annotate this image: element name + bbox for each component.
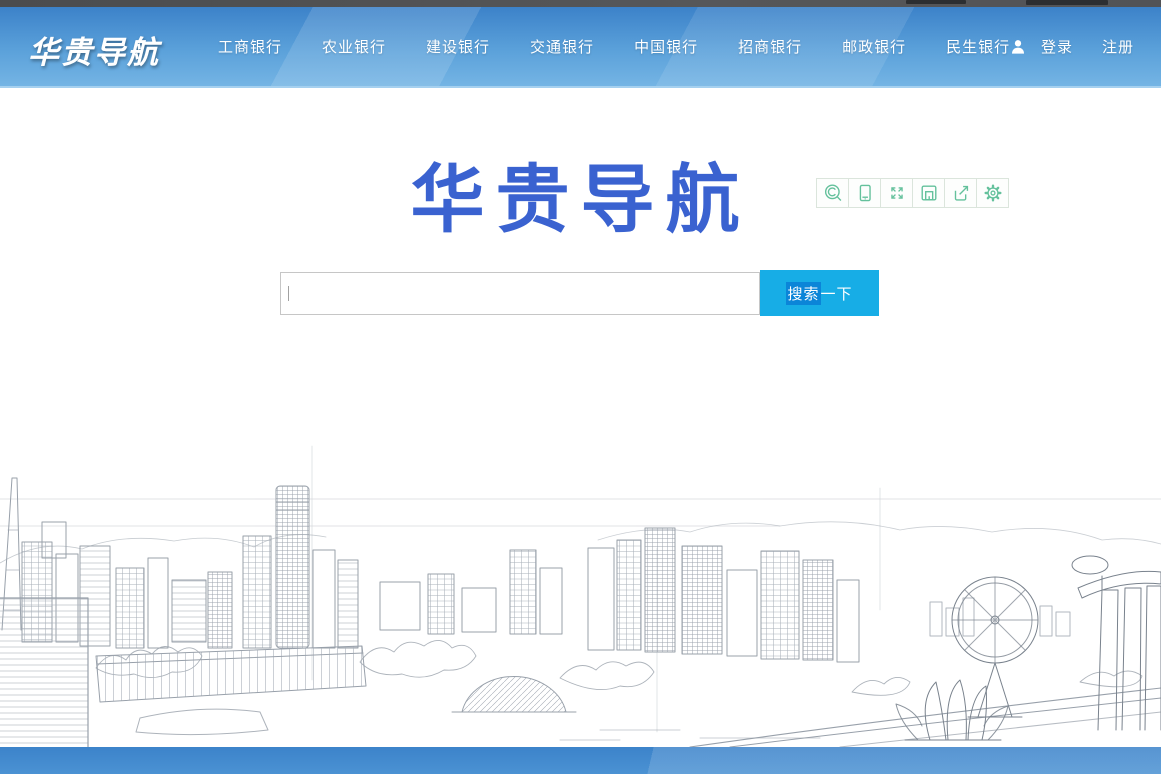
- nav-item-bocom[interactable]: 交通银行: [530, 36, 594, 57]
- login-link[interactable]: 登录: [1041, 36, 1073, 57]
- nav-item-abc[interactable]: 农业银行: [322, 36, 386, 57]
- cropped-browser-strip: [0, 0, 1161, 7]
- register-link[interactable]: 注册: [1102, 36, 1134, 57]
- nav-item-cmbc[interactable]: 民生银行: [946, 36, 1010, 57]
- search-button-label-rest: 一下: [821, 283, 853, 304]
- site-header: 华贵导航 工商银行 农业银行 建设银行 交通银行 中国银行 招商银行 邮政银行 …: [0, 7, 1161, 88]
- text-cursor: [288, 286, 289, 301]
- fullscreen-expand-icon[interactable]: [880, 178, 913, 208]
- nav-item-psbc[interactable]: 邮政银行: [842, 36, 906, 57]
- mobile-device-icon[interactable]: [848, 178, 881, 208]
- footer-bar: [0, 747, 1161, 774]
- save-floppy-icon[interactable]: [912, 178, 945, 208]
- settings-gear-icon[interactable]: [976, 178, 1009, 208]
- main-nav: 工商银行 农业银行 建设银行 交通银行 中国银行 招商银行 邮政银行 民生银行: [218, 7, 1010, 86]
- circled-c-search-icon[interactable]: [816, 178, 849, 208]
- search-input[interactable]: [280, 272, 760, 315]
- search-button[interactable]: 搜索一下: [760, 270, 879, 316]
- nav-item-cmb[interactable]: 招商银行: [738, 36, 802, 57]
- nav-item-icbc[interactable]: 工商银行: [218, 36, 282, 57]
- user-area: 登录 注册: [1008, 7, 1134, 86]
- nav-item-boc[interactable]: 中国银行: [634, 36, 698, 57]
- strip-text-fragment: [1026, 0, 1108, 5]
- search-button-label-highlight: 搜索: [786, 282, 820, 305]
- site-logo[interactable]: 华贵导航: [28, 27, 160, 72]
- nav-item-ccb[interactable]: 建设银行: [426, 36, 490, 57]
- city-skyline-sketch: [0, 430, 1161, 747]
- person-icon[interactable]: [1008, 37, 1028, 57]
- share-export-icon[interactable]: [944, 178, 977, 208]
- icon-toolbar: [816, 178, 1009, 208]
- strip-text-fragment: [906, 0, 966, 4]
